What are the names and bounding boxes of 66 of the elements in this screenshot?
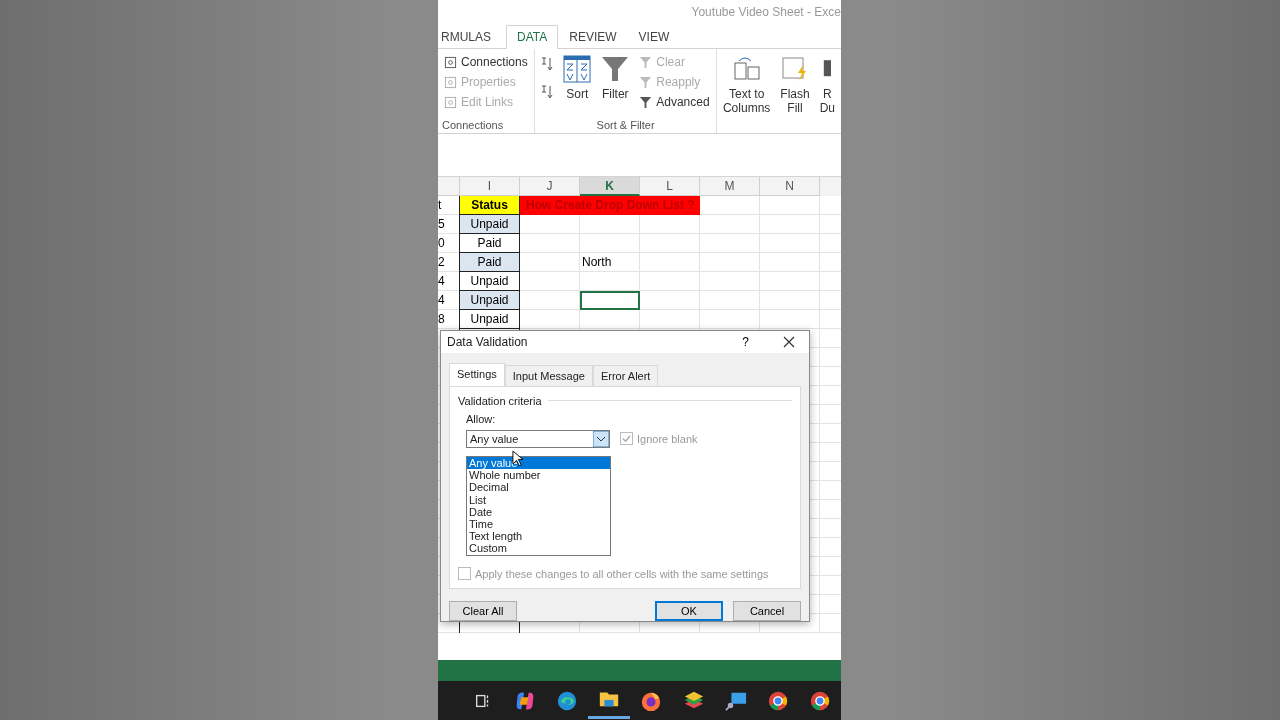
browser-icon <box>808 689 831 712</box>
dropdown-option[interactable]: Any value <box>467 456 610 470</box>
dropdown-option[interactable]: Time <box>467 517 610 531</box>
dropdown-option[interactable]: Date <box>467 505 610 518</box>
dialog-button[interactable]: OK <box>655 601 723 621</box>
section-title: Validation criteria <box>458 394 542 407</box>
window-title: Youtube Video Sheet - Exce <box>691 5 841 19</box>
table-cell: Unpaid <box>460 215 520 234</box>
table-cell-text: 4 <box>438 292 446 309</box>
ribbon-button[interactable]: Text to Columns <box>720 53 773 131</box>
table-cell: Status <box>460 196 520 215</box>
funnel-icon <box>639 75 653 89</box>
table-cell-text: 0 <box>438 235 446 252</box>
dropdown-option[interactable]: Whole number <box>467 469 610 482</box>
table-cell: How Create Drop Down List ? <box>520 196 700 215</box>
dropdown-option[interactable]: List <box>467 493 610 506</box>
columns-icon <box>732 55 761 83</box>
browser-wave-icon <box>556 689 579 712</box>
dialog-title: Data Validation <box>447 334 529 349</box>
dialog-tab[interactable]: Input Message <box>504 364 593 386</box>
document-icon <box>444 95 457 109</box>
dropdown-option[interactable]: Text length <box>467 530 610 543</box>
browser-icon <box>766 689 789 712</box>
selected-cell[interactable] <box>580 291 640 310</box>
table-cell-text: 8 <box>438 311 446 328</box>
ribbon-button[interactable]: R Du <box>817 53 837 131</box>
column-header[interactable]: K <box>580 177 640 196</box>
table-cell: Unpaid <box>460 310 520 329</box>
ribbon-tab[interactable]: RMULAS <box>438 25 502 49</box>
funnel-icon <box>639 55 653 69</box>
dropdown-arrow-icon <box>593 430 609 447</box>
check-icon <box>621 433 632 445</box>
field-label: Allow: <box>466 412 497 425</box>
funnel-icon <box>639 95 653 109</box>
table-cell-text: 2 <box>438 254 446 271</box>
table-cell: Paid <box>460 253 520 272</box>
ribbon-button[interactable]: Connections <box>442 53 531 71</box>
close-icon[interactable] <box>783 335 795 348</box>
connections-icon <box>444 55 457 69</box>
column-header[interactable]: N <box>760 177 820 196</box>
funnel-icon <box>601 55 630 83</box>
help-button[interactable]: ? <box>736 333 755 350</box>
table-cell-text: 4 <box>438 273 446 290</box>
table-cell-text: t <box>438 197 443 214</box>
filter-button[interactable]: Filter <box>599 53 632 119</box>
ribbon-button[interactable]: Advanced <box>637 93 712 111</box>
group-label: Sort & Filter <box>595 119 656 131</box>
column-header[interactable]: M <box>700 177 760 196</box>
ribbon-button[interactable]: Flash Fill <box>778 53 812 131</box>
dialog-tab[interactable]: Settings <box>449 362 505 386</box>
dialog-button[interactable]: Cancel <box>733 601 801 621</box>
dropdown-option[interactable]: Custom <box>467 542 610 555</box>
sort-icon <box>563 55 592 83</box>
sort-button[interactable]: Sort <box>561 53 594 119</box>
dialog-button[interactable]: Clear All <box>449 601 517 621</box>
table-cell-text: 5 <box>438 216 446 233</box>
group-label: Connections <box>442 119 505 131</box>
table-cell: Unpaid <box>460 291 520 310</box>
table-cell-text: North <box>581 254 613 271</box>
ribbon-tab[interactable]: REVIEW <box>558 25 628 49</box>
ribbon-tab[interactable]: DATA <box>506 25 559 49</box>
dialog-tab[interactable]: Error Alert <box>592 364 659 386</box>
dropdown-option[interactable]: Decimal <box>467 481 610 494</box>
list-icon <box>444 75 457 89</box>
ribbon-tab[interactable]: VIEW <box>627 25 681 49</box>
allow-dropdown[interactable]: Any value <box>466 429 610 448</box>
